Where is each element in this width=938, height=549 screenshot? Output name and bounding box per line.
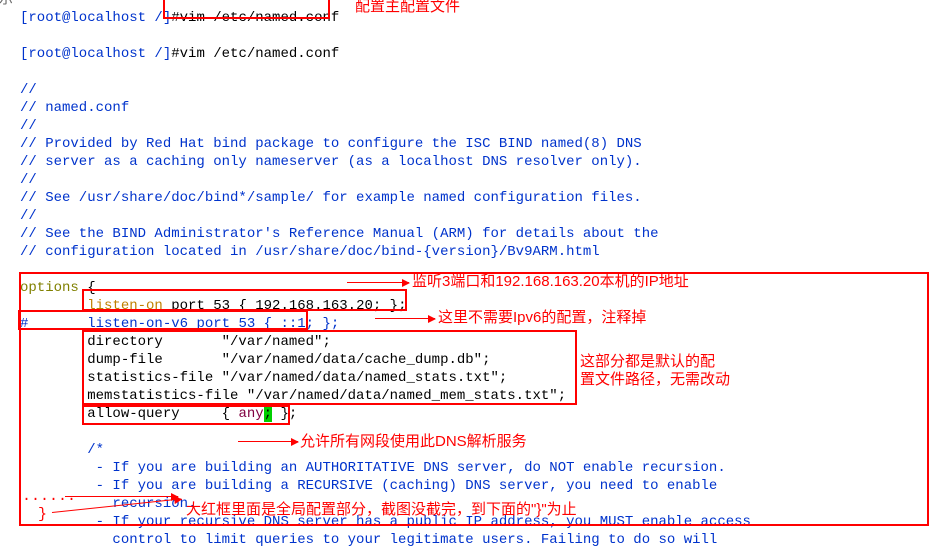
comment: // See /usr/share/doc/bind*/sample/ for … xyxy=(20,189,938,207)
block-comment: - If you are building a RECURSIVE (cachi… xyxy=(20,477,938,495)
allow-query-line: allow-query { any; }; xyxy=(20,405,938,423)
comment: // named.conf xyxy=(20,99,938,117)
options-keyword: options xyxy=(20,280,79,296)
listen-on-kw: listen-on xyxy=(87,298,163,314)
comment: // Provided by Red Hat bind package to c… xyxy=(20,135,938,153)
annot-ipv6: 这里不需要Ipv6的配置，注释掉 xyxy=(438,309,646,327)
ellipsis-marker: ...... xyxy=(22,488,76,506)
comment: // xyxy=(20,81,938,99)
cropped-sidebar-text: 示 xyxy=(0,0,15,5)
statistics-file-line: statistics-file "/var/named/data/named_s… xyxy=(20,369,938,387)
directory-line: directory "/var/named"; xyxy=(20,333,938,351)
annot-global-end: 大红框里面是全局配置部分，截图没截完，到下面的"}"为止 xyxy=(186,501,577,519)
vim-command: vim /etc/named.conf xyxy=(180,46,340,62)
comment: // configuration located in /usr/share/d… xyxy=(20,243,938,261)
listen-on-v6-kw: listen-on-v6 xyxy=(87,316,188,332)
prompt: [root@localhost /] xyxy=(20,10,171,26)
prompt: [root@localhost /] xyxy=(20,46,171,62)
closing-brace-marker: } xyxy=(38,506,47,524)
annot-defaults-l1: 这部分都是默认的配 xyxy=(580,353,715,371)
arrow-ipv6 xyxy=(375,318,435,319)
prev-cmd: vim /etc/named.conf xyxy=(180,10,340,26)
arrow-listen-on xyxy=(347,282,409,283)
memstatistics-file-line: memstatistics-file "/var/named/data/name… xyxy=(20,387,938,405)
block-comment: - If you are building an AUTHORITATIVE D… xyxy=(20,459,938,477)
annot-defaults-l2: 置文件路径，无需改动 xyxy=(580,371,730,389)
arrow-allow-query xyxy=(238,441,298,442)
annot-allow-query: 允许所有网段使用此DNS解析服务 xyxy=(300,433,527,451)
comment: // xyxy=(20,117,938,135)
comment: // xyxy=(20,171,938,189)
dump-file-line: dump-file "/var/named/data/cache_dump.db… xyxy=(20,351,938,369)
any-keyword: any; xyxy=(238,406,272,422)
comment: // See the BIND Administrator's Referenc… xyxy=(20,225,938,243)
annot-main-conf: 配置主配置文件 xyxy=(355,0,460,16)
arrow-global1 xyxy=(65,496,178,497)
annot-listen-on: 监听3端口和192.168.163.20本机的IP地址 xyxy=(412,273,689,291)
terminal-line-prev: [root@localhost /]#vim /etc/named.conf xyxy=(20,0,938,27)
terminal-line-cmd: [root@localhost /]#vim /etc/named.conf xyxy=(20,27,938,63)
comment: // xyxy=(20,207,938,225)
comment: // server as a caching only nameserver (… xyxy=(20,153,938,171)
blank xyxy=(20,63,938,81)
block-comment: control to limit queries to your legitim… xyxy=(20,531,938,549)
